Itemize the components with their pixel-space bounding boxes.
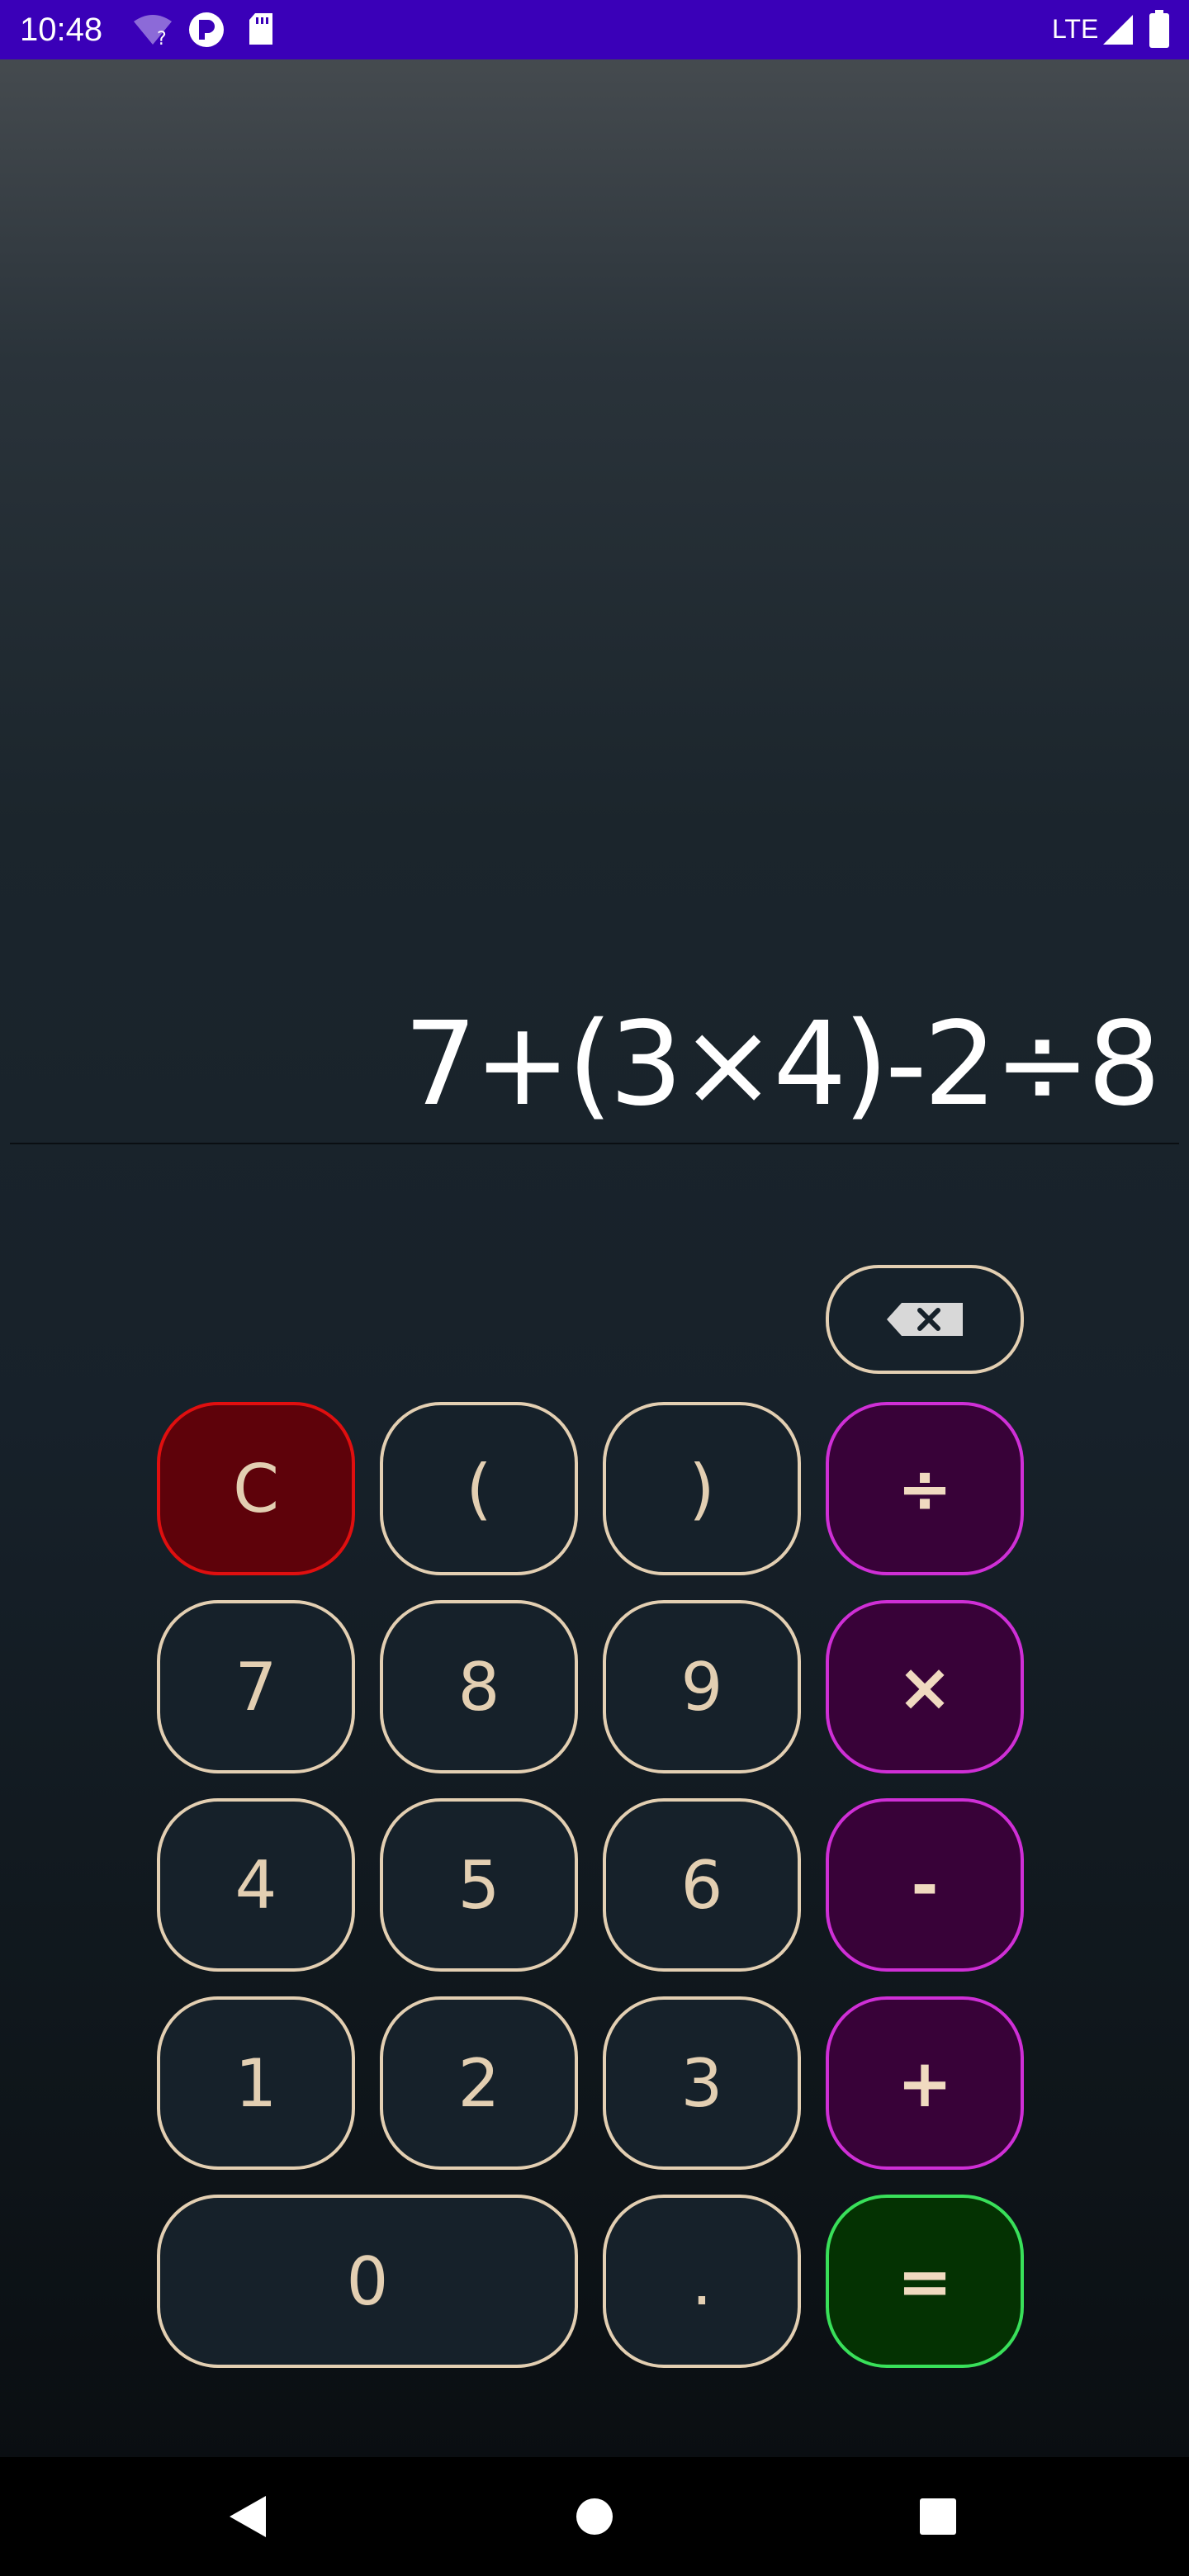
calculator-screen: 10:48 ? LTE 7+(3×4)-2÷8 C () ÷ 7 8 9 × … xyxy=(0,0,1189,2576)
network-type-label: LTE xyxy=(1052,14,1099,44)
digit-4-button[interactable]: 4 xyxy=(157,1798,355,1972)
multiply-button[interactable]: × xyxy=(826,1600,1024,1773)
decimal-point-button[interactable]: . xyxy=(603,2195,801,2368)
digit-1-button[interactable]: 1 xyxy=(157,1996,355,2170)
status-time: 10:48 xyxy=(20,12,103,48)
close-parenthesis-button[interactable]: ) xyxy=(603,1402,801,1575)
add-button[interactable]: + xyxy=(826,1996,1024,2170)
digit-6-button[interactable]: 6 xyxy=(603,1798,801,1972)
digit-7-button[interactable]: 7 xyxy=(157,1600,355,1773)
digit-8-button[interactable]: 8 xyxy=(380,1600,578,1773)
svg-text:?: ? xyxy=(157,29,167,46)
app-notification-icon xyxy=(188,12,225,51)
digit-9-button[interactable]: 9 xyxy=(603,1600,801,1773)
backspace-icon xyxy=(887,1303,963,1336)
recents-icon xyxy=(920,2498,956,2535)
back-icon xyxy=(228,2494,268,2539)
digit-3-button[interactable]: 3 xyxy=(603,1996,801,2170)
digit-0-button[interactable]: 0 xyxy=(157,2195,578,2368)
digit-5-button[interactable]: 5 xyxy=(380,1798,578,1972)
digit-2-button[interactable]: 2 xyxy=(380,1996,578,2170)
open-parenthesis-button[interactable]: ( xyxy=(380,1402,578,1575)
wifi-unknown-icon: ? xyxy=(132,13,173,50)
navigation-bar xyxy=(0,2457,1189,2576)
expression-display: 7+(3×4)-2÷8 xyxy=(403,997,1161,1132)
nav-home-button[interactable] xyxy=(545,2457,644,2576)
sd-card-icon xyxy=(248,13,274,50)
equals-button[interactable]: = xyxy=(826,2195,1024,2368)
display-divider xyxy=(10,1143,1179,1144)
divide-button[interactable]: ÷ xyxy=(826,1402,1024,1575)
signal-icon xyxy=(1101,13,1135,50)
status-bar: 10:48 ? LTE xyxy=(0,0,1189,59)
nav-recents-button[interactable] xyxy=(888,2457,988,2576)
nav-back-button[interactable] xyxy=(198,2457,297,2576)
battery-icon xyxy=(1149,10,1169,51)
backspace-button[interactable] xyxy=(826,1265,1024,1374)
home-icon xyxy=(576,2498,613,2536)
subtract-button[interactable]: - xyxy=(826,1798,1024,1972)
clear-button[interactable]: C xyxy=(157,1402,355,1575)
